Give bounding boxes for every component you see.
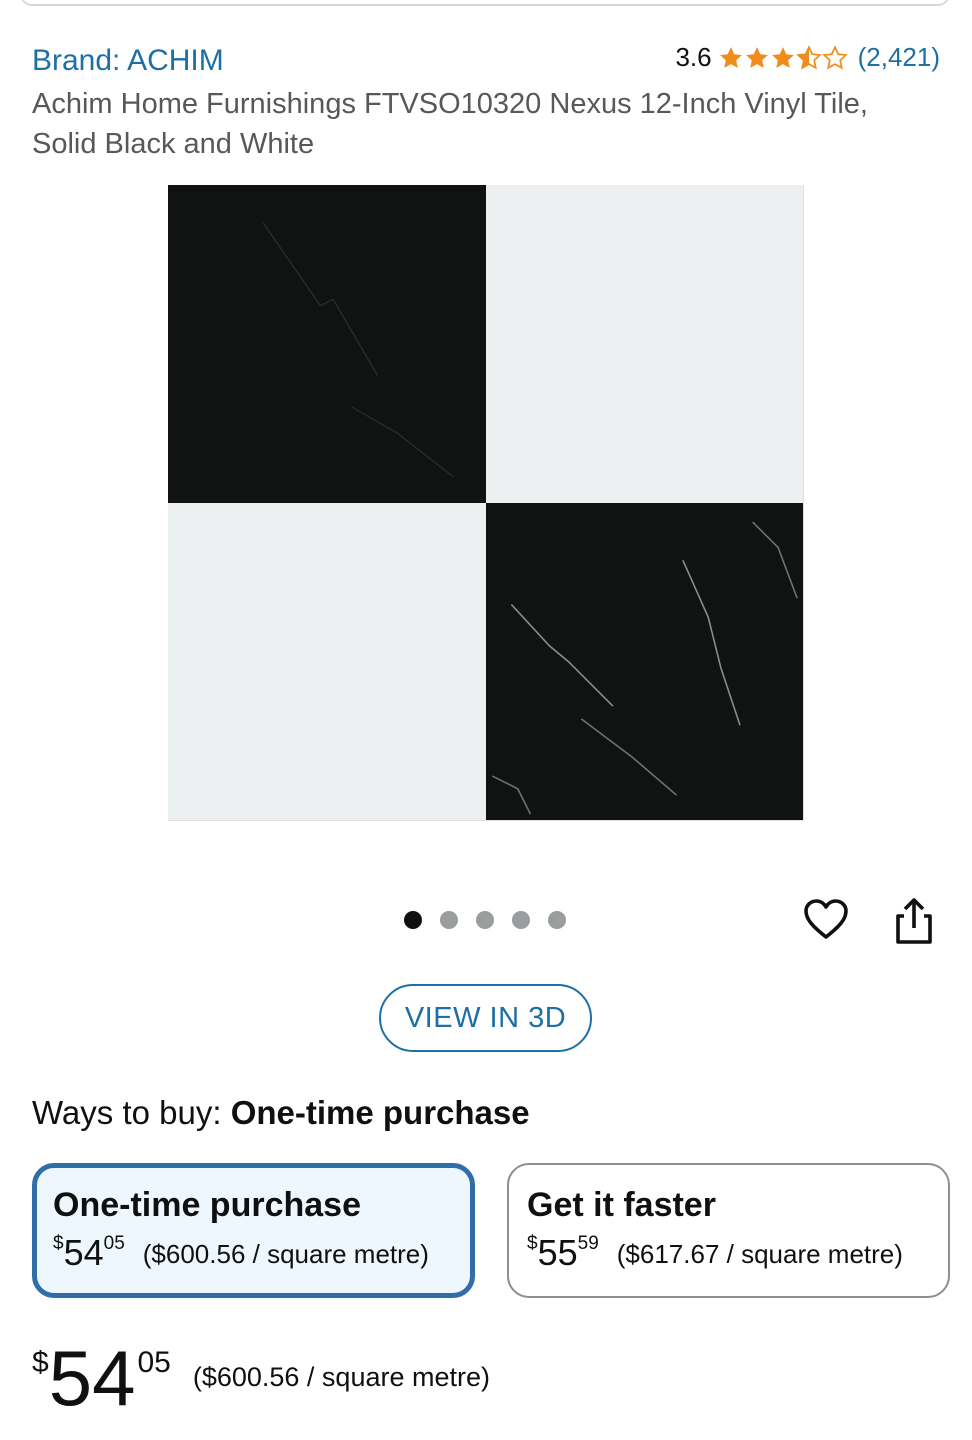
product-image[interactable]: [168, 185, 804, 821]
option-title: One-time purchase: [53, 1186, 361, 1224]
currency-symbol: $: [32, 1346, 49, 1379]
price-whole: 54: [63, 1232, 104, 1273]
option-price: $ 54 05 ($600.56 / square metre): [53, 1233, 454, 1273]
star-rating: [718, 44, 848, 71]
price-fraction: 59: [577, 1233, 599, 1254]
currency-symbol: $: [53, 1233, 64, 1254]
ways-to-buy-heading: Ways to buy: One-time purchase: [32, 1094, 530, 1132]
main-price: $ 54 05 ($600.56 / square metre): [32, 1334, 490, 1422]
tile-black-quadrant: [168, 185, 486, 503]
star-full-icon: [719, 46, 742, 68]
price-whole: 54: [48, 1334, 136, 1422]
carousel-dot-active[interactable]: [404, 911, 422, 929]
unit-price: ($600.56 / square metre): [192, 1362, 490, 1392]
price-fraction: 05: [103, 1233, 125, 1254]
product-title: Achim Home Furnishings FTVSO10320 Nexus …: [32, 84, 942, 164]
rating-value: 3.6: [675, 42, 712, 72]
search-bar-remnant[interactable]: [20, 0, 950, 6]
carousel-dot[interactable]: [476, 911, 494, 929]
product-title-line: Achim Home Furnishings FTVSO10320 Nexus …: [32, 88, 868, 120]
unit-price: ($617.67 / square metre): [616, 1239, 903, 1269]
option-get-it-faster[interactable]: Get it faster $ 55 59 ($617.67 / square …: [507, 1163, 950, 1298]
currency-symbol: $: [527, 1233, 538, 1254]
rating-summary[interactable]: 3.6 (2,421): [675, 42, 940, 73]
ways-to-buy-selected: One-time purchase: [230, 1094, 530, 1131]
option-title: Get it faster: [527, 1186, 716, 1224]
star-full-icon: [745, 46, 768, 68]
option-one-time-purchase[interactable]: One-time purchase $ 54 05 ($600.56 / squ…: [32, 1163, 475, 1298]
view-in-3d-button[interactable]: VIEW IN 3D: [379, 984, 592, 1052]
tile-black-quadrant: [485, 502, 803, 820]
image-carousel-dots[interactable]: [404, 911, 566, 929]
price-fraction: 05: [137, 1346, 171, 1379]
tile-white-quadrant: [485, 185, 803, 503]
unit-price: ($600.56 / square metre): [142, 1239, 429, 1269]
price-whole: 55: [537, 1232, 578, 1273]
carousel-dot[interactable]: [440, 911, 458, 929]
heart-icon: [804, 899, 848, 939]
star-half-icon: [795, 44, 822, 70]
product-title-line: Solid Black and White: [32, 128, 315, 160]
wishlist-button[interactable]: [802, 896, 850, 944]
star-empty-icon: [821, 44, 848, 70]
share-icon: [896, 898, 932, 944]
option-price: $ 55 59 ($617.67 / square metre): [527, 1233, 930, 1273]
star-full-icon: [771, 46, 794, 68]
tile-white-quadrant: [168, 502, 486, 820]
carousel-dot[interactable]: [512, 911, 530, 929]
rating-count-link[interactable]: (2,421): [858, 42, 940, 73]
share-button[interactable]: [892, 896, 936, 946]
brand-link[interactable]: Brand: ACHIM: [32, 44, 224, 78]
ways-to-buy-label: Ways to buy:: [32, 1094, 222, 1131]
carousel-dot[interactable]: [548, 911, 566, 929]
